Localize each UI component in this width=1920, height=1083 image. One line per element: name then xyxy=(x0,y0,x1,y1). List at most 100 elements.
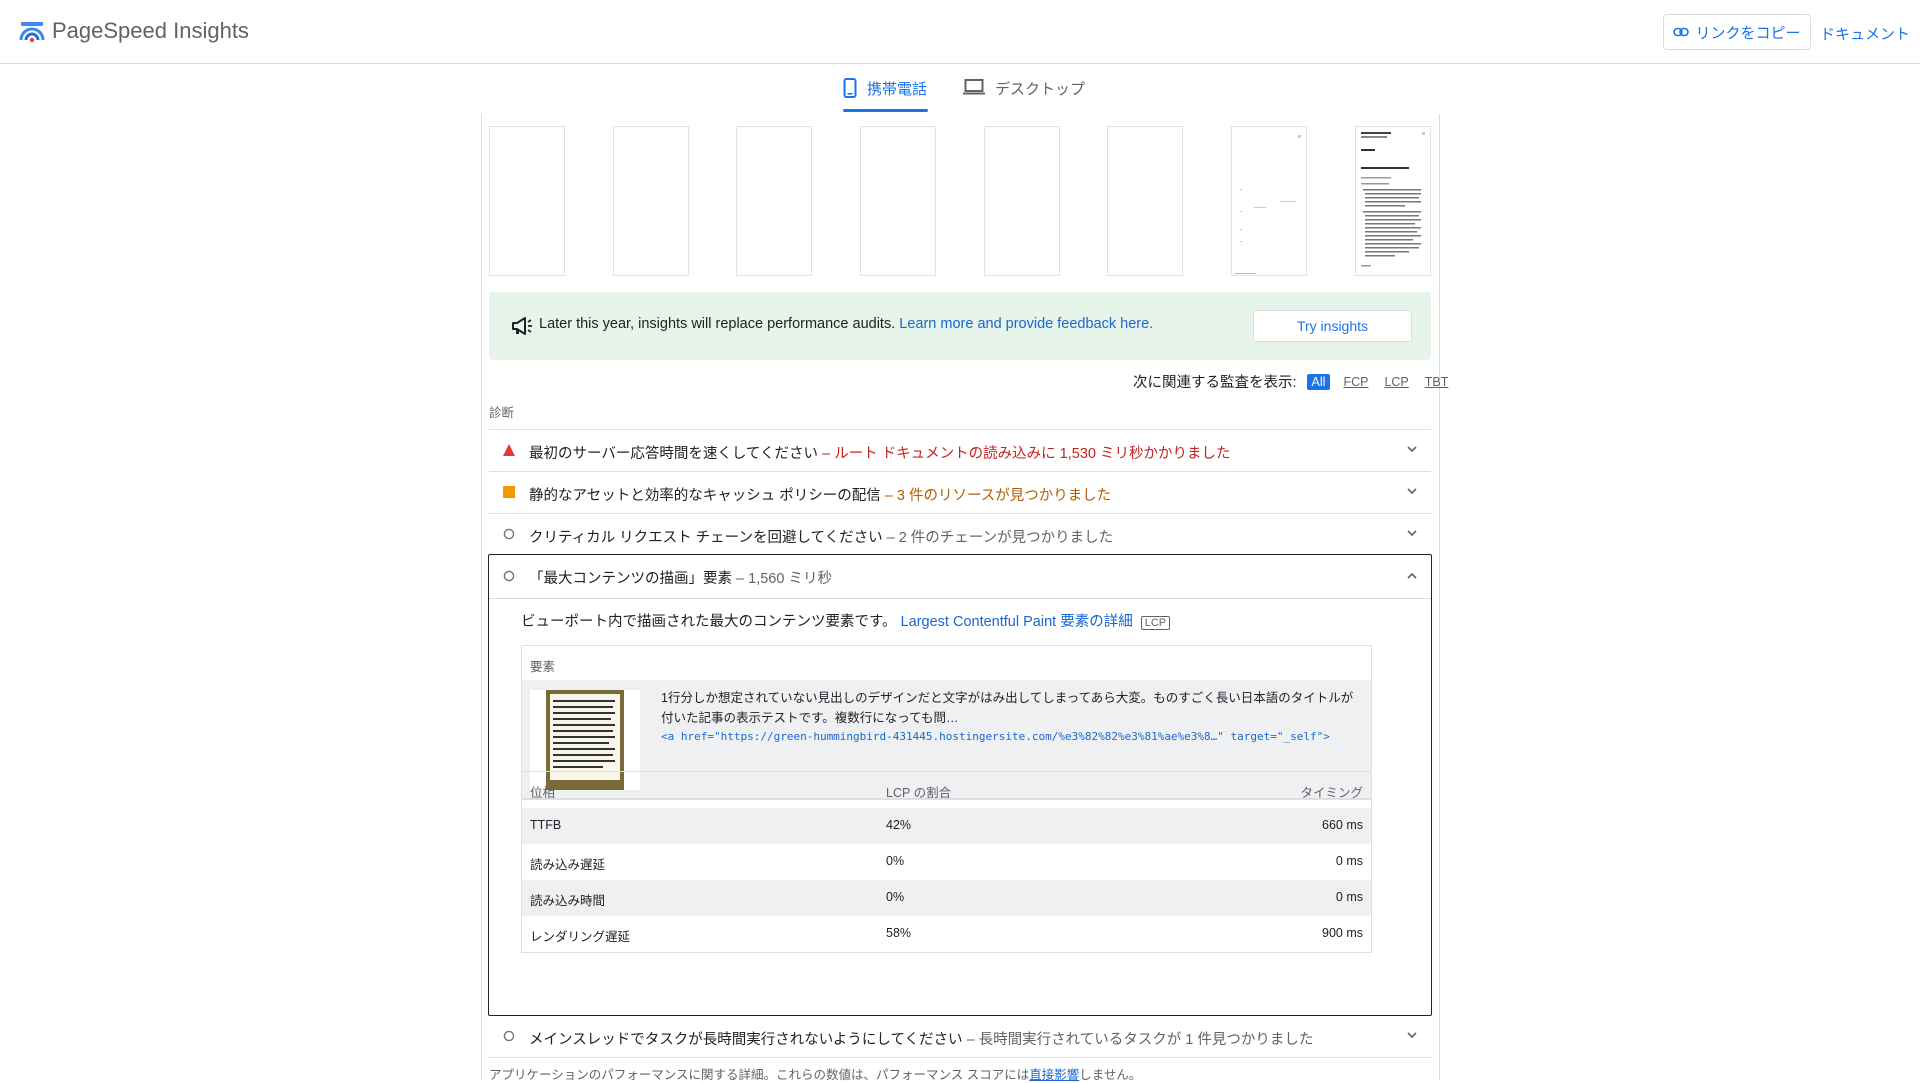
audit-row-lcp-element-expanded: 「最大コンテンツの描画」要素 – 1,560 ミリ秒 ビューポート内で描画された… xyxy=(488,554,1432,1016)
filmstrip-frame xyxy=(1231,126,1307,276)
phase-timing: 0 ms xyxy=(1335,890,1363,904)
filter-chip-tbt[interactable]: TBT xyxy=(1422,374,1452,390)
filter-chip-lcp[interactable]: LCP xyxy=(1381,374,1411,390)
filmstrip-frame-sketch xyxy=(1234,135,1301,274)
app-title[interactable]: PageSpeed Insights xyxy=(52,18,249,44)
audit-filter-label: 次に関連する監査を表示: xyxy=(1133,375,1297,391)
table-row: TTFB 42% 660 ms xyxy=(522,808,1371,844)
audit-row-long-tasks[interactable]: メインスレッドでタスクが長時間実行されないようにしてください – 長時間実行され… xyxy=(489,1016,1431,1058)
docs-link[interactable]: ドキュメント xyxy=(1820,23,1910,44)
audit-row-cache-policy[interactable]: 静的なアセットと効率的なキャッシュ ポリシーの配信 – 3 件のリソースが見つか… xyxy=(489,471,1431,513)
filmstrip-frame xyxy=(1355,126,1431,276)
active-tab-indicator xyxy=(843,109,928,112)
laptop-icon xyxy=(963,79,985,95)
filmstrip-frame xyxy=(613,126,689,276)
lcp-description-text: ビューポート内で描画された最大のコンテンツ要素です。 xyxy=(521,614,897,630)
banner-feedback-link[interactable]: Learn more and provide feedback here. xyxy=(899,316,1153,332)
lcp-element-snippet[interactable]: <a href="https://green-hummingbird-43144… xyxy=(661,730,1330,743)
copy-link-button[interactable]: リンクをコピー xyxy=(1663,14,1811,50)
try-insights-button[interactable]: Try insights xyxy=(1253,310,1412,342)
info-circle-icon xyxy=(503,570,515,582)
audit-detail: – 長時間実行されているタスクが 1 件見つかりました xyxy=(966,1032,1314,1048)
top-app-bar: PageSpeed Insights リンクをコピー ドキュメント xyxy=(0,0,1920,64)
table-row: レンダリング遅延 58% 900 ms xyxy=(522,916,1371,952)
audit-detail: – ルート ドキュメントの読み込みに 1,530 ミリ秒かかりました xyxy=(822,446,1231,462)
audit-row-server-response[interactable]: 最初のサーバー応答時間を速くしてください – ルート ドキュメントの読み込みに … xyxy=(489,429,1431,471)
chevron-down-icon xyxy=(1407,530,1417,537)
audit-detail: – 3 件のリソースが見つかりました xyxy=(884,488,1112,504)
info-circle-icon xyxy=(503,528,515,540)
tab-desktop-label: デスクトップ xyxy=(995,81,1086,98)
phase-timing: 900 ms xyxy=(1322,926,1363,940)
insights-banner: Later this year, insights will replace p… xyxy=(489,292,1431,360)
lcp-description: ビューポート内で描画された最大のコンテンツ要素です。 Largest Conte… xyxy=(521,610,1171,631)
phase-percent: 58% xyxy=(886,926,912,940)
audit-title: 最初のサーバー応答時間を速くしてください xyxy=(529,446,818,462)
average-square-icon xyxy=(503,486,515,498)
chevron-down-icon xyxy=(1407,446,1417,453)
audit-title-wrap: メインスレッドでタスクが長時間実行されないようにしてください – 長時間実行され… xyxy=(529,1028,1313,1049)
device-tabs: 携帯電話 デスクトップ xyxy=(0,64,1920,114)
lcp-share-column-header: LCP の割合 xyxy=(886,786,952,800)
banner-message: Later this year, insights will replace p… xyxy=(539,316,1153,332)
lcp-phase-table: 位相 LCP の割合 タイミング TTFB 42% 660 ms 読み込み遅延 … xyxy=(521,771,1372,953)
phase-name: 読み込み遅延 xyxy=(530,858,606,872)
audit-title-wrap: 「最大コンテンツの描画」要素 – 1,560 ミリ秒 xyxy=(529,567,832,588)
phase-name: 読み込み時間 xyxy=(530,894,606,908)
audit-title-wrap: 最初のサーバー応答時間を速くしてください – ルート ドキュメントの読み込みに … xyxy=(529,442,1230,463)
filmstrip-frame xyxy=(1107,126,1183,276)
link-icon xyxy=(1673,27,1690,37)
phase-name: TTFB xyxy=(530,818,562,832)
table-row: 読み込み時間 0% 0 ms xyxy=(522,880,1371,916)
filmstrip xyxy=(489,126,1431,276)
lcp-metric-tag: LCP xyxy=(1140,616,1171,630)
audit-title: 静的なアセットと効率的なキャッシュ ポリシーの配信 xyxy=(529,488,881,504)
lcp-element-screenshot-text xyxy=(553,700,615,768)
fail-triangle-icon xyxy=(503,444,515,456)
phase-timing: 660 ms xyxy=(1322,818,1363,832)
filmstrip-frame xyxy=(860,126,936,276)
lcp-learn-more-link[interactable]: Largest Contentful Paint 要素の詳細 xyxy=(901,614,1133,630)
timing-column-header: タイミング xyxy=(1300,786,1363,800)
filmstrip-frame-sketch xyxy=(1361,132,1425,267)
pagespeed-logo-icon[interactable] xyxy=(19,20,45,44)
copy-link-label: リンクをコピー xyxy=(1695,24,1801,42)
info-circle-icon xyxy=(503,1030,515,1042)
audit-title: メインスレッドでタスクが長時間実行されないようにしてください xyxy=(529,1032,963,1048)
audit-row-request-chains[interactable]: クリティカル リクエスト チェーンを回避してください – 2 件のチェーンが見つ… xyxy=(489,513,1431,555)
filmstrip-frame xyxy=(984,126,1060,276)
element-column-header: 要素 xyxy=(530,660,556,674)
banner-text: Later this year, insights will replace p… xyxy=(539,316,896,332)
tab-desktop[interactable]: デスクトップ xyxy=(963,78,1085,114)
phase-name: レンダリング遅延 xyxy=(530,930,631,944)
lcp-audit-header[interactable]: 「最大コンテンツの描画」要素 – 1,560 ミリ秒 xyxy=(489,555,1431,599)
filter-chip-fcp[interactable]: FCP xyxy=(1340,374,1371,390)
audit-title: クリティカル リクエスト チェーンを回避してください xyxy=(529,530,883,546)
diagnostics-footnote: アプリケーションのパフォーマンスに関する詳細。これらの数値は、パフォーマンス ス… xyxy=(489,1064,1141,1083)
filmstrip-frame xyxy=(736,126,812,276)
chevron-down-icon xyxy=(1407,1032,1417,1039)
audit-filter: 次に関連する監査を表示: All FCP LCP TBT xyxy=(1133,371,1451,392)
table-row: 読み込み遅延 0% 0 ms xyxy=(522,844,1371,880)
phase-table-header: 位相 LCP の割合 タイミング xyxy=(522,772,1371,808)
lcp-element-text: 1行分しか想定されていない見出しのデザインだと文字がはみ出してしまってあら大変。… xyxy=(661,691,1354,725)
diagnostics-heading: 診断 xyxy=(489,406,515,420)
phase-percent: 0% xyxy=(886,854,905,868)
audit-title: 「最大コンテンツの描画」要素 xyxy=(529,571,732,587)
audit-detail: – 2 件のチェーンが見つかりました xyxy=(886,530,1114,546)
chevron-down-icon xyxy=(1407,488,1417,495)
audit-detail: – 1,560 ミリ秒 xyxy=(736,571,832,587)
phase-timing: 0 ms xyxy=(1335,854,1363,868)
tab-mobile-label: 携帯電話 xyxy=(867,81,928,98)
lcp-element-screenshot-content xyxy=(550,694,620,780)
audit-title-wrap: クリティカル リクエスト チェーンを回避してください – 2 件のチェーンが見つ… xyxy=(529,526,1113,547)
smartphone-icon xyxy=(843,78,857,98)
phase-column-header: 位相 xyxy=(530,786,556,800)
filter-chip-all[interactable]: All xyxy=(1306,373,1331,390)
phase-percent: 0% xyxy=(886,890,905,904)
megaphone-icon xyxy=(512,317,532,335)
filmstrip-frame xyxy=(489,126,565,276)
chevron-up-icon xyxy=(1407,572,1417,579)
audit-title-wrap: 静的なアセットと効率的なキャッシュ ポリシーの配信 – 3 件のリソースが見つか… xyxy=(529,484,1111,505)
phase-percent: 42% xyxy=(886,818,912,832)
